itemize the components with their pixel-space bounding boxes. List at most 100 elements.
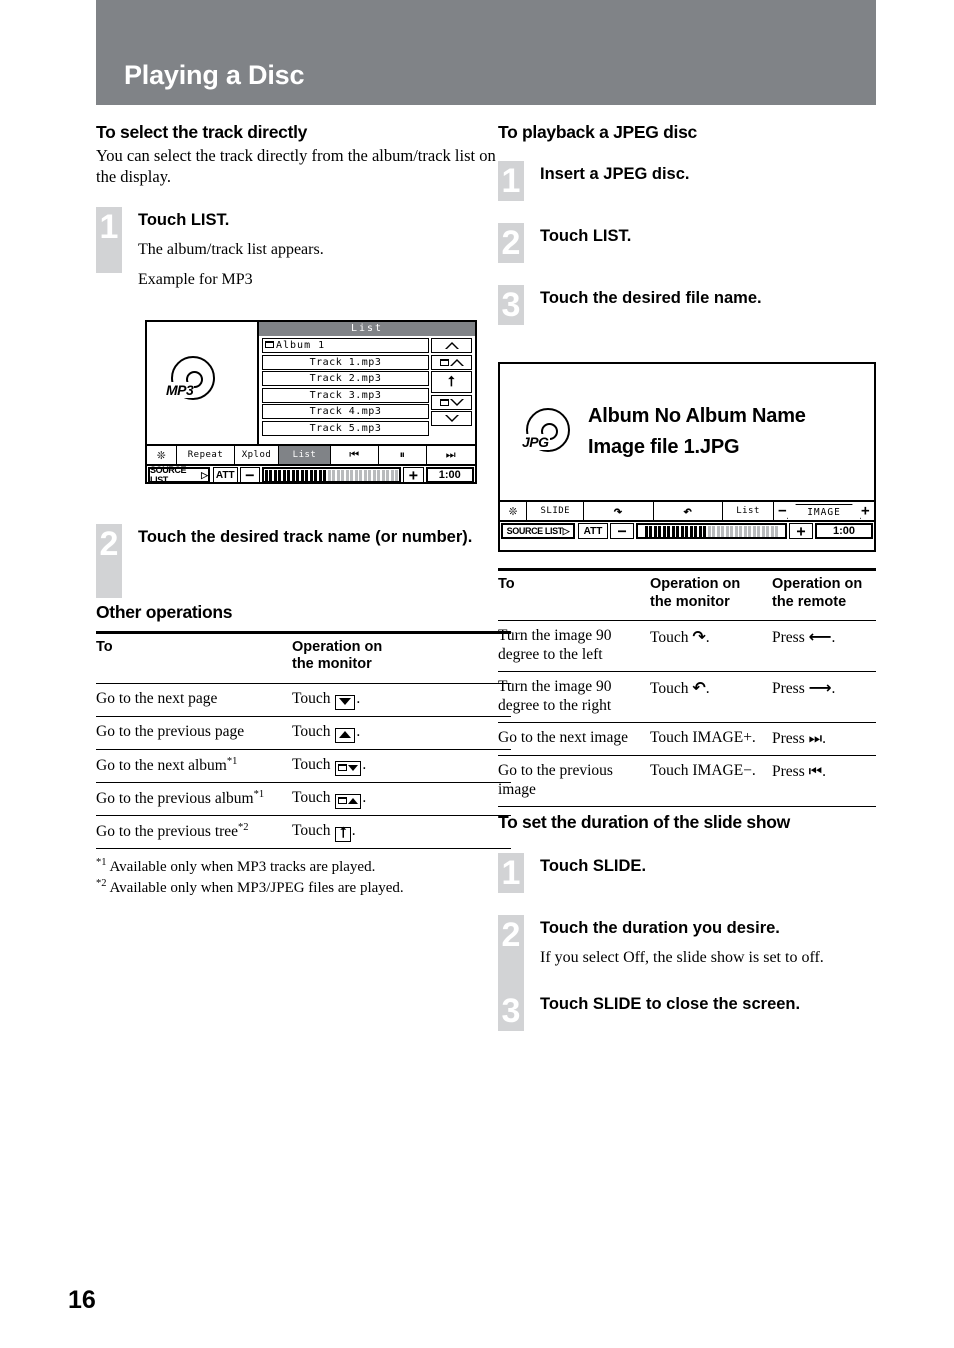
footnote-marker: *1: [253, 789, 265, 801]
source-list-button[interactable]: SOURCE LIST ▷: [501, 523, 575, 539]
mp3-bottom-bar: SOURCE LIST ▷ ATT − + 1:00: [147, 464, 475, 485]
step-title: Touch SLIDE to close the screen.: [540, 994, 801, 1013]
page-up-icon[interactable]: [431, 338, 472, 353]
step-touch-file-name: 3 Touch the desired file name.: [498, 284, 876, 325]
cell-to: Go to the next album*1: [96, 749, 292, 784]
op-prefix: Touch: [292, 690, 331, 708]
op-prefix: Touch: [650, 629, 689, 647]
return-tree-icon[interactable]: ⭡: [431, 371, 472, 393]
volume-minus-button[interactable]: −: [239, 466, 260, 484]
list-item[interactable]: Track 2.mp3: [262, 371, 429, 386]
cell-remote: Press ⟶.: [772, 671, 876, 723]
mp3-disc-panel: MP3: [147, 322, 259, 444]
cell-operation: Touch ⭡.: [292, 815, 511, 850]
footnote-text: Available only when MP3 tracks are playe…: [109, 859, 376, 876]
step-number: 2: [96, 524, 122, 598]
table-row: Go to the next page Touch .: [96, 683, 511, 718]
volume-bar[interactable]: [261, 467, 402, 483]
table-row: Go to the previous tree*2 Touch ⭡.: [96, 815, 511, 850]
other-operations-section: Other operations To Operation on the mon…: [96, 602, 511, 899]
jpeg-screen-illustration: JPG Album No Album Name Image file 1.JPG…: [498, 362, 876, 552]
step-touch-duration: 2 Touch the duration you desire. If you …: [498, 914, 876, 997]
header-line-1: Operation on: [772, 576, 863, 592]
image-plus-button[interactable]: +: [861, 503, 870, 519]
list-header-bar: List: [259, 322, 475, 336]
cell-monitor: Touch ↶.: [650, 671, 772, 723]
slide-button[interactable]: SLIDE: [527, 502, 585, 520]
att-button[interactable]: ATT: [212, 467, 238, 483]
list-button[interactable]: List: [723, 502, 775, 520]
column-header-operation-monitor: Operation on the monitor: [650, 569, 772, 622]
cell-operation: Touch .: [292, 782, 511, 817]
star-icon[interactable]: ❊: [147, 446, 177, 464]
list-item[interactable]: Track 5.mp3: [262, 420, 429, 436]
step-number: 2: [498, 914, 524, 997]
prev-track-icon[interactable]: ⏮: [331, 446, 379, 464]
step-number: 1: [498, 852, 524, 893]
rotate-left-icon[interactable]: ↷: [584, 502, 654, 520]
op-prefix: Press: [772, 730, 805, 747]
list-item-album[interactable]: Album 1: [262, 338, 429, 353]
cell-monitor: Touch ↷.: [650, 620, 772, 673]
header-line-2: the monitor: [650, 593, 730, 610]
list-item[interactable]: Track 4.mp3: [262, 404, 429, 419]
rotate-right-icon[interactable]: ↶: [654, 502, 723, 520]
op-prefix: Touch: [292, 789, 331, 807]
header-line-2: the monitor: [292, 656, 372, 673]
list-nav-buttons: ⭡: [431, 336, 475, 444]
list-item[interactable]: Track 1.mp3: [262, 354, 429, 370]
jpeg-operations-section: To Operation on the monitor Operation on…: [498, 568, 876, 807]
footnote-marker: *1: [226, 756, 238, 768]
column-header-to: To: [498, 569, 650, 622]
image-minus-button[interactable]: −: [778, 503, 787, 519]
cell-remote: Press ⟵.: [772, 620, 876, 673]
cell-to: Turn the image 90 degree to the left: [498, 620, 650, 673]
source-list-label: SOURCE LIST: [150, 465, 187, 485]
folder-up-icon[interactable]: [431, 354, 472, 370]
return-tree-icon: ⭡: [335, 826, 351, 843]
pause-icon[interactable]: ⏸: [379, 446, 427, 464]
header-line-2: the remote: [772, 593, 847, 610]
star-icon[interactable]: ❊: [500, 502, 528, 520]
volume-plus-button[interactable]: +: [789, 522, 813, 540]
step-number: 3: [498, 284, 524, 325]
page-number: 16: [68, 1286, 96, 1314]
footnotes: *1 Available only when MP3 tracks are pl…: [96, 856, 511, 899]
header-line-1: Operation on: [292, 638, 383, 655]
cell-operation: Touch .: [292, 716, 511, 751]
cell-remote: Press ⏮.: [772, 755, 876, 807]
folder-down-icon[interactable]: [431, 394, 472, 410]
step-title: Touch the desired file name.: [540, 288, 762, 307]
list-item-label: Album 1: [276, 340, 326, 351]
next-track-icon[interactable]: ⏭: [427, 446, 475, 464]
volume-bar[interactable]: [636, 523, 787, 539]
list-button[interactable]: List: [279, 446, 331, 464]
time-display: 1:00: [425, 467, 474, 483]
footnote-marker: *2: [96, 878, 107, 890]
arrow-left-icon: ⟵: [808, 627, 832, 647]
footnote-2: *2 Available only when MP3/JPEG files ar…: [96, 877, 511, 898]
volume-plus-button[interactable]: +: [403, 466, 424, 484]
table-row: Turn the image 90 degree to the left Tou…: [498, 620, 876, 673]
right-column: To playback a JPEG disc 1 Insert a JPEG …: [498, 122, 876, 325]
page-down-icon[interactable]: [431, 411, 472, 426]
jpg-disc-icon: JPG: [521, 408, 574, 456]
list-item[interactable]: Track 3.mp3: [262, 387, 429, 403]
source-list-button[interactable]: SOURCE LIST ▷: [148, 465, 210, 485]
heading-select-track: To select the track directly: [96, 122, 308, 142]
table-row: Go to the next album*1 Touch .: [96, 749, 511, 784]
step-touch-list-jpeg: 2 Touch LIST.: [498, 222, 876, 263]
repeat-button[interactable]: Repeat: [177, 446, 235, 464]
cell-operation: Touch .: [292, 683, 511, 718]
volume-minus-button[interactable]: −: [610, 522, 634, 540]
step-title: Touch LIST.: [138, 210, 230, 229]
xplod-button[interactable]: Xplod: [235, 446, 279, 464]
column-header-operation-monitor: Operation on the monitor: [292, 632, 511, 685]
table-row: Turn the image 90 degree to the right To…: [498, 671, 876, 723]
next-track-icon: ⏭: [808, 729, 823, 747]
footnote-1: *1 Available only when MP3 tracks are pl…: [96, 856, 511, 877]
att-button[interactable]: ATT: [578, 523, 608, 539]
step-title: Touch the duration you desire.: [540, 918, 780, 937]
step-insert-jpeg-disc: 1 Insert a JPEG disc.: [498, 160, 876, 201]
page-up-icon: [335, 728, 356, 744]
